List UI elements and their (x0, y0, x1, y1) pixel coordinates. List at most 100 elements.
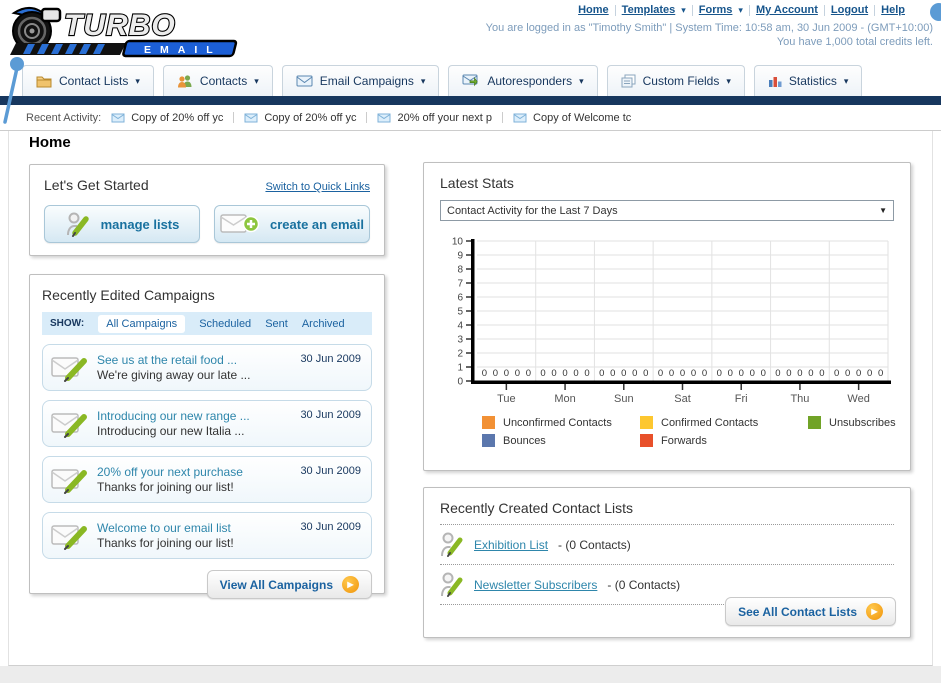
see-all-contact-lists-button[interactable]: See All Contact Lists ▶ (725, 597, 896, 626)
campaign-subtitle: Introducing our new Italia ... (97, 423, 245, 438)
svg-text:0: 0 (808, 368, 813, 379)
manage-lists-button[interactable]: manage lists (44, 205, 200, 243)
svg-text:0: 0 (750, 368, 755, 379)
recent-activity-item[interactable]: Copy of 20% off yc (111, 112, 223, 124)
tab-contact-lists[interactable]: Contact Lists ▾ (22, 65, 154, 96)
recent-activity-item[interactable]: 20% off your next p (377, 112, 492, 124)
svg-text:2: 2 (457, 349, 463, 360)
turbo-email-logo[interactable]: TURBO EMAIL (6, 3, 256, 59)
nav-separator (823, 4, 825, 16)
campaign-card[interactable]: Welcome to our email list Thanks for joi… (42, 512, 372, 559)
campaign-title-link[interactable]: See us at the retail food ... (97, 353, 291, 368)
legend-swatch (482, 416, 495, 429)
campaign-subtitle: Thanks for joining our list! (97, 535, 234, 550)
contact-list-row: Exhibition List - (0 Contacts) (440, 525, 894, 565)
view-all-campaigns-button[interactable]: View All Campaigns ▶ (206, 570, 372, 599)
contact-list-link[interactable]: Exhibition List (474, 538, 548, 552)
nav-templates-link[interactable]: Templates (622, 4, 676, 16)
recent-activity-bar: Recent Activity: Copy of 20% off yc Copy… (0, 105, 941, 131)
nav-help-link[interactable]: Help (881, 4, 905, 16)
contact-lists-title: Recently Created Contact Lists (440, 500, 894, 525)
campaign-title-link[interactable]: Introducing our new range ... (97, 409, 291, 424)
envelope-icon (111, 113, 125, 122)
campaign-title-link[interactable]: Welcome to our email list (97, 521, 291, 536)
go-arrow-icon: ▶ (342, 576, 359, 593)
campaign-edit-icon (51, 412, 87, 438)
show-label: SHOW: (50, 318, 85, 329)
svg-text:0: 0 (562, 368, 567, 379)
chevron-down-icon: ▾ (420, 75, 426, 86)
stats-period-value: Contact Activity for the Last 7 Days (447, 204, 618, 217)
chevron-down-icon: ▾ (726, 75, 731, 86)
tab-statistics[interactable]: Statistics ▾ (753, 65, 863, 96)
campaign-subtitle: Thanks for joining our list! (97, 479, 234, 494)
campaign-card[interactable]: Introducing our new range ... Introducin… (42, 400, 372, 447)
tab-autoresponders[interactable]: Autoresponders ▾ (448, 65, 598, 96)
recently-edited-campaigns-panel: Recently Edited Campaigns SHOW: All Camp… (29, 274, 385, 599)
campaign-subtitle: We're giving away our late ... (97, 367, 251, 382)
svg-text:0: 0 (728, 368, 733, 379)
chart-legend: Unconfirmed Contacts Confirmed Contacts … (482, 416, 896, 447)
campaign-title-link[interactable]: 20% off your next purchase (97, 465, 291, 480)
svg-text:0: 0 (739, 368, 744, 379)
svg-text:0: 0 (493, 368, 498, 379)
main-content: Home Let's Get Started Switch to Quick L… (8, 131, 933, 666)
chevron-down-icon: ▾ (681, 4, 686, 15)
get-started-panel: Let's Get Started Switch to Quick Links … (29, 164, 385, 256)
activity-separator (233, 112, 235, 123)
login-info: You are logged in as "Timothy Smith" | S… (486, 21, 933, 49)
svg-text:0: 0 (573, 368, 578, 379)
tab-custom-fields[interactable]: Custom Fields ▾ (606, 65, 745, 96)
filter-scheduled[interactable]: Scheduled (199, 318, 251, 330)
envelope-icon (513, 113, 527, 122)
filter-sent[interactable]: Sent (265, 318, 288, 330)
filter-all-campaigns[interactable]: All Campaigns (98, 314, 186, 333)
campaign-edit-icon (51, 468, 87, 494)
tab-contacts[interactable]: Contacts ▾ (162, 65, 273, 96)
filter-archived[interactable]: Archived (302, 318, 345, 330)
top-nav: Home Templates ▾ Forms ▾ My Account Logo… (578, 4, 905, 16)
svg-text:0: 0 (834, 368, 839, 379)
svg-text:0: 0 (669, 368, 674, 379)
svg-text:5: 5 (457, 307, 463, 318)
svg-text:8: 8 (457, 265, 463, 276)
recent-activity-item[interactable]: Copy of Welcome tc (513, 112, 631, 124)
legend-item: Confirmed Contacts (640, 416, 808, 429)
campaign-card[interactable]: 20% off your next purchase Thanks for jo… (42, 456, 372, 503)
nav-my-account-link[interactable]: My Account (756, 4, 818, 16)
turbo-logo-graphic: TURBO EMAIL (10, 7, 238, 58)
campaign-edit-icon (51, 524, 87, 550)
manage-lists-label: manage lists (100, 216, 180, 232)
tab-email-campaigns[interactable]: Email Campaigns ▾ (281, 65, 440, 96)
contact-list-link[interactable]: Newsletter Subscribers (474, 578, 597, 592)
create-email-icon (220, 214, 260, 233)
turbo-email-home-page: TURBO EMAIL Home Templates ▾ Forms ▾ My … (0, 0, 941, 683)
svg-text:0: 0 (610, 368, 615, 379)
nav-logout-link[interactable]: Logout (831, 4, 868, 16)
svg-text:Tue: Tue (497, 393, 516, 405)
nav-home-link[interactable]: Home (578, 4, 609, 16)
campaign-card[interactable]: See us at the retail food ... We're givi… (42, 344, 372, 391)
switch-to-quick-links[interactable]: Switch to Quick Links (265, 181, 370, 193)
create-an-email-button[interactable]: create an email (214, 205, 370, 243)
campaign-date: 30 Jun 2009 (300, 521, 361, 533)
svg-text:0: 0 (691, 368, 696, 379)
svg-text:7: 7 (457, 279, 463, 290)
campaign-edit-icon (51, 356, 87, 382)
legend-item: Bounces (482, 434, 640, 447)
envelope-icon (377, 113, 391, 122)
recent-activity-item[interactable]: Copy of 20% off yc (244, 112, 356, 124)
tab-label: Contact Lists (59, 74, 129, 88)
svg-text:0: 0 (797, 368, 802, 379)
stats-period-dropdown[interactable]: Contact Activity for the Last 7 Days ▼ (440, 200, 894, 221)
svg-text:10: 10 (452, 237, 464, 248)
nav-forms-link[interactable]: Forms (699, 4, 733, 16)
svg-text:Wed: Wed (847, 393, 869, 405)
latest-stats-panel: Latest Stats Contact Activity for the La… (423, 162, 911, 471)
svg-text:0: 0 (457, 377, 463, 388)
legend-swatch (640, 416, 653, 429)
tab-label: Custom Fields (642, 74, 720, 88)
recent-activity-label: Recent Activity: (26, 111, 102, 124)
svg-text:0: 0 (540, 368, 545, 379)
svg-text:0: 0 (856, 368, 861, 379)
